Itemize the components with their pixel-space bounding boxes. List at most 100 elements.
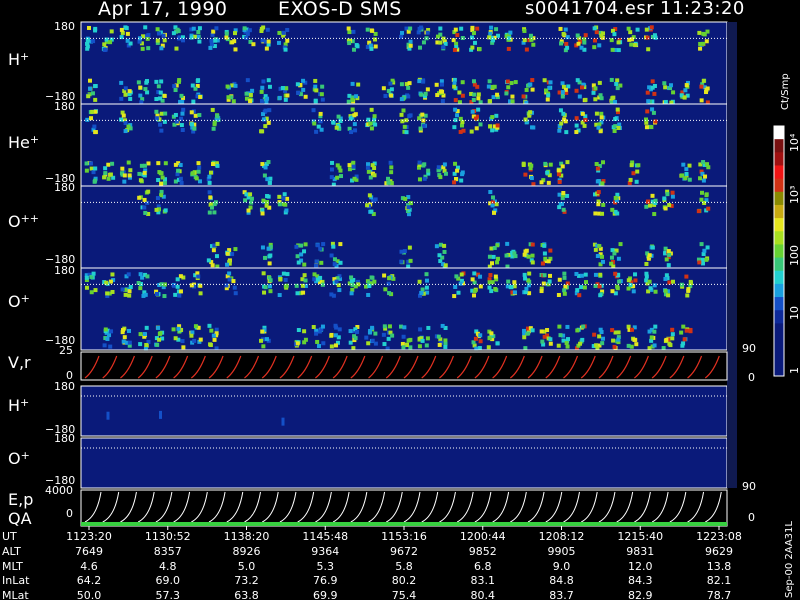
y-tick-he-max: 180 [54, 100, 75, 113]
spectrogram-cell [684, 274, 689, 279]
spectrogram-cell [539, 180, 544, 185]
spectrogram-cell [531, 125, 536, 130]
spectrogram-cell [579, 285, 584, 290]
spectrogram-cell [93, 130, 98, 135]
spectrogram-cell [560, 81, 565, 86]
row-value-alt: 9831 [626, 545, 655, 558]
spectrogram-cell [455, 168, 460, 173]
spectrogram-cell [683, 88, 688, 93]
spectrogram-cell [365, 27, 370, 32]
spectrogram-cell [523, 249, 528, 254]
spectrogram-cell [190, 83, 195, 88]
spectrogram-cell [616, 40, 621, 45]
spectrogram-cell [649, 335, 654, 340]
spectrogram-cell [159, 181, 164, 186]
spectrogram-cell [265, 27, 270, 32]
spectrogram-cell [156, 161, 161, 166]
spectrogram-cell [529, 163, 534, 168]
spectrogram-cell [442, 162, 447, 167]
spectrogram-cell [523, 117, 528, 122]
spectrogram-cell [266, 78, 271, 83]
spectrogram-cell [506, 279, 511, 284]
spectrogram-cell [685, 293, 690, 298]
spectrogram-cell [434, 82, 439, 87]
spectrogram-cell [699, 197, 704, 202]
spectrogram-cell [249, 196, 254, 201]
spectrogram-cell [457, 90, 462, 95]
spectrogram-cell [557, 128, 562, 133]
spectrogram-cell [649, 25, 654, 30]
spectrogram-cell [226, 95, 231, 100]
spectrogram-cell [386, 336, 391, 341]
spectrogram-cell [592, 26, 597, 31]
spectrogram-cell [506, 85, 511, 90]
spectrogram-cell [352, 176, 357, 181]
spectrogram-cell [580, 111, 585, 116]
spectrogram-cell [352, 122, 357, 127]
spectrogram-cell [372, 173, 377, 178]
spectrogram-cell [417, 279, 422, 284]
row-value-mlt: 6.8 [474, 560, 492, 573]
spectrogram-cell [596, 125, 601, 130]
spectrogram-cell [156, 84, 161, 89]
colorbar-segment [774, 191, 784, 206]
side-note: Sep-00 2AA31L [784, 521, 795, 598]
spectrogram-cell [208, 170, 213, 175]
spectrogram-cell [347, 30, 352, 35]
spectrogram-cell [426, 168, 431, 173]
plot-instrument: EXOS-D SMS [278, 0, 402, 20]
spectrogram-cell [648, 286, 653, 291]
spectrogram-cell [233, 47, 238, 52]
spectrogram-cell [369, 107, 374, 112]
colorbar-segment [774, 165, 784, 180]
spectrogram-cell [599, 111, 604, 116]
spectrogram-cell [399, 249, 404, 254]
spectrogram-cell [389, 93, 394, 98]
spectrogram-cell [454, 41, 459, 46]
spectrogram-cell [417, 344, 422, 349]
spectrogram-cell [123, 129, 128, 134]
spectrogram-cell [295, 341, 300, 346]
spectrogram-cell [158, 90, 163, 95]
spectrogram-cell [128, 168, 133, 173]
spectrogram-cell [227, 277, 232, 282]
spectrogram-cell [600, 341, 605, 346]
spectrogram-cell [296, 328, 301, 333]
spectrogram-cell [579, 273, 584, 278]
spectrogram-cell [192, 126, 197, 131]
spectrogram-cell [512, 290, 517, 295]
spectrogram-cell [647, 279, 652, 284]
spectrogram-cell [314, 331, 319, 336]
spectrogram-cell [268, 289, 273, 294]
spectrogram-cell [260, 162, 265, 167]
spectrogram-cell [230, 252, 235, 257]
spectrogram-cell [647, 253, 652, 258]
spectrogram-cell [349, 291, 354, 296]
spectrogram-cell [670, 194, 675, 199]
spectrogram-cell [233, 247, 238, 252]
spectrogram-cell [155, 27, 160, 32]
spectrogram-cell [126, 124, 131, 129]
spectrogram-cell [459, 123, 464, 128]
row-value-ut: 1130:52 [144, 530, 191, 543]
row-value-alt: 9629 [705, 545, 733, 558]
spectrogram-cell [334, 279, 339, 284]
spectrogram-cell [565, 324, 570, 329]
spectrogram-cell [512, 280, 517, 285]
spectrogram-cell [407, 81, 412, 86]
spectrogram-cell [143, 87, 148, 92]
spectrogram-cell [612, 32, 617, 37]
spectrogram-cell [652, 91, 657, 96]
spectrogram-cell [196, 29, 201, 34]
row-label-mlt: MLT [2, 560, 23, 573]
spectrogram-cell [303, 94, 308, 99]
spectrogram-cell [490, 261, 495, 266]
spectrogram-cell [686, 288, 691, 293]
spectrogram-cell [127, 293, 132, 298]
spectrogram-cell [387, 324, 392, 329]
spectrogram-cell [121, 339, 126, 344]
spectrogram-cell [193, 113, 198, 118]
spectrogram-cell [688, 329, 693, 334]
spectrogram-cell [333, 343, 338, 348]
spectrogram-cell [373, 44, 378, 49]
